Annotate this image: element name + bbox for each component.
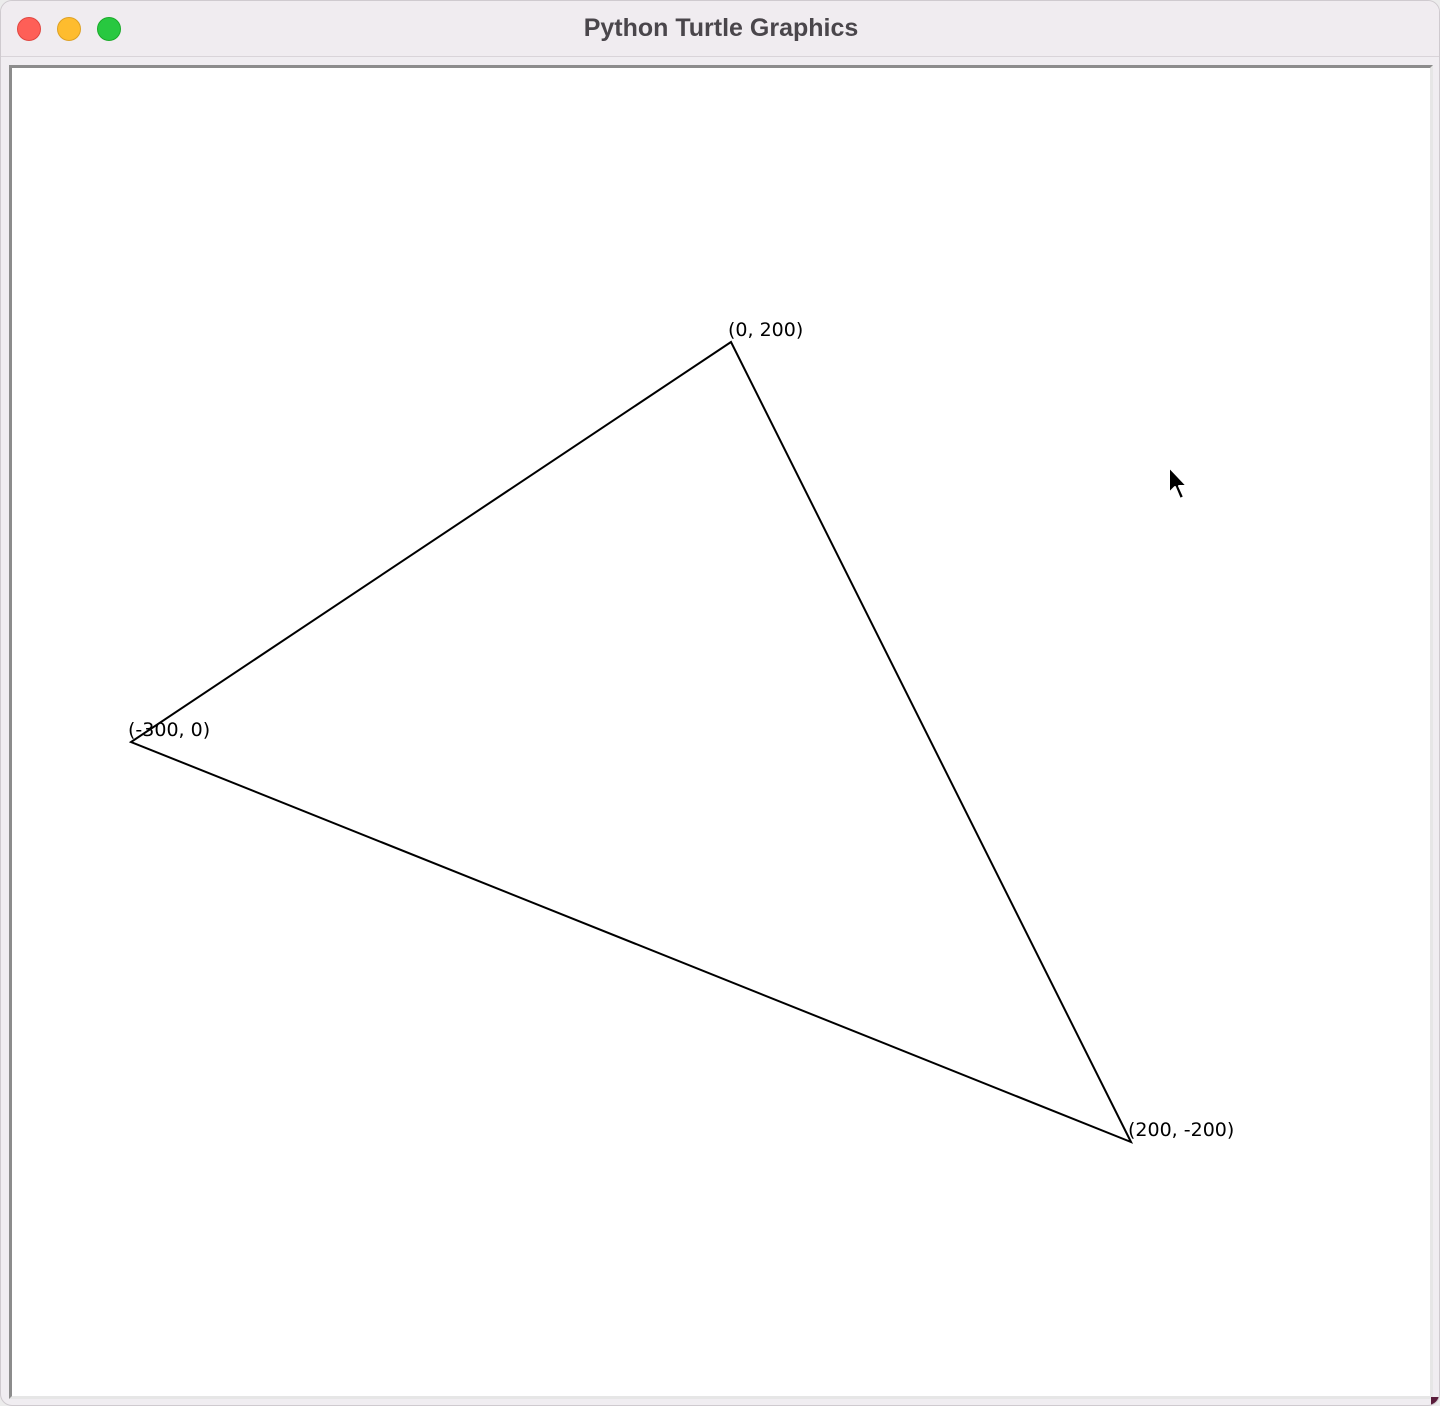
triangle-shape [128, 340, 1134, 1144]
corner-accent [1431, 1397, 1439, 1405]
vertex-label-top: (0, 200) [728, 319, 803, 341]
mouse-pointer-icon [1168, 466, 1188, 500]
vertex-label-left: (-300, 0) [128, 719, 210, 741]
turtle-canvas[interactable]: (0, 200) (200, -200) (-300, 0) [1, 1, 1440, 1406]
vertex-label-bottom-right: (200, -200) [1128, 1119, 1234, 1141]
turtle-window: Python Turtle Graphics (0, 200) (200, -2… [0, 0, 1440, 1406]
